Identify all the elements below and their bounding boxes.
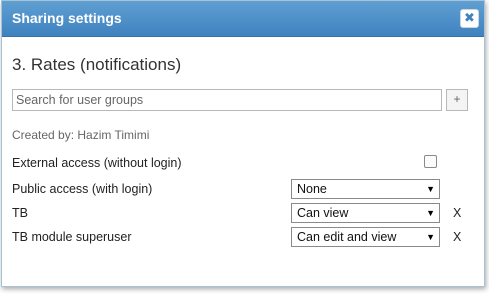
plus-icon: + [453, 92, 461, 106]
remove-group-button-tb[interactable]: X [453, 206, 461, 220]
group-label-tb: TB [12, 206, 28, 220]
external-access-checkbox[interactable] [424, 155, 437, 168]
dialog-titlebar: Sharing settings ✖ [2, 1, 484, 37]
group-label-tb-module-superuser: TB module superuser [12, 230, 132, 244]
page-title: 3. Rates (notifications) [12, 55, 182, 74]
public-access-select[interactable]: None ▼ [291, 179, 440, 199]
dialog-title: Sharing settings [12, 10, 122, 26]
group-access-value-tb: Can view [297, 206, 349, 220]
sharing-settings-dialog: Sharing settings ✖ 3. Rates (notificatio… [1, 0, 485, 287]
dropdown-arrow-icon: ▼ [426, 208, 435, 218]
group-access-select-tb[interactable]: Can view ▼ [291, 203, 440, 223]
created-by-text: Created by: Hazim Timimi [12, 128, 150, 142]
dropdown-arrow-icon: ▼ [426, 232, 435, 242]
public-access-value: None [297, 182, 327, 196]
search-user-groups-input[interactable] [12, 89, 442, 111]
remove-group-button-tb-module-superuser[interactable]: X [453, 230, 461, 244]
external-access-label: External access (without login) [12, 156, 182, 170]
add-user-group-button[interactable]: + [446, 89, 468, 111]
group-access-value-tb-module-superuser: Can edit and view [297, 230, 397, 244]
close-icon: ✖ [464, 10, 475, 25]
close-button[interactable]: ✖ [460, 9, 479, 28]
group-access-select-tb-module-superuser[interactable]: Can edit and view ▼ [291, 227, 440, 247]
public-access-label: Public access (with login) [12, 182, 153, 196]
dropdown-arrow-icon: ▼ [426, 184, 435, 194]
